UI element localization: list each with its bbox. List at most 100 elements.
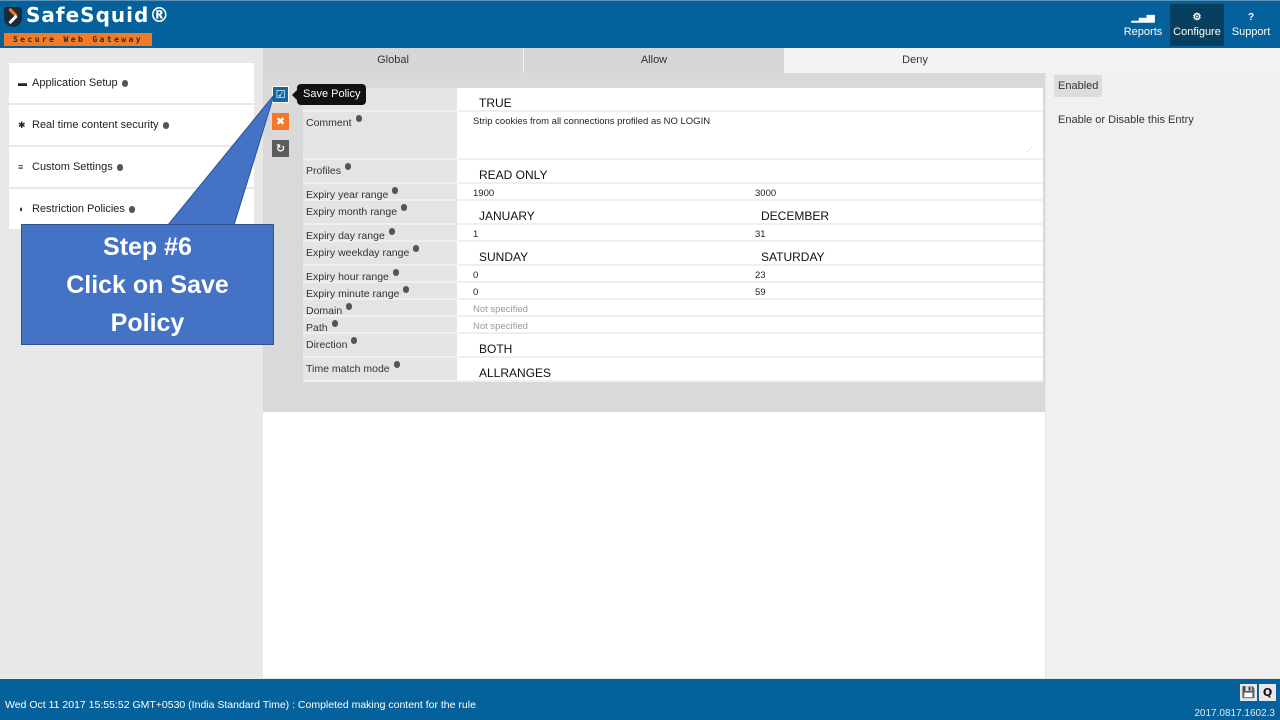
field-label: Expiry hour range bbox=[303, 266, 457, 283]
value-text: ALLRANGES bbox=[479, 366, 552, 380]
nav-support-label: Support bbox=[1231, 26, 1271, 38]
field-label: Expiry weekday range bbox=[303, 242, 457, 264]
field-label-text: Expiry year range bbox=[306, 189, 389, 201]
info-icon[interactable] bbox=[392, 187, 399, 194]
field-label-text: Expiry weekday range bbox=[306, 247, 410, 259]
resize-grip-icon[interactable]: ⋰ bbox=[1026, 146, 1033, 154]
field-value[interactable]: 1 31 bbox=[457, 225, 1043, 240]
sliders-icon: ≡ bbox=[18, 162, 24, 172]
info-icon[interactable] bbox=[393, 361, 400, 368]
field-value[interactable]: ALLRANGES bbox=[457, 358, 1043, 380]
info-icon[interactable] bbox=[401, 204, 408, 211]
field-label-text: Domain bbox=[306, 305, 343, 317]
field-value[interactable]: Strip cookies from all connections profi… bbox=[457, 112, 1043, 158]
field-label: Direction bbox=[303, 334, 457, 356]
field-value[interactable]: Not specified bbox=[457, 317, 1043, 332]
callout-line-1: Step #6 bbox=[103, 233, 192, 261]
info-icon[interactable] bbox=[162, 121, 169, 129]
value-text: READ ONLY bbox=[479, 168, 548, 182]
form-row: Comment ⋰ Strip cookies from all connectio… bbox=[303, 112, 1043, 160]
top-bar: SafeSquid® Secure Web Gateway ▁▃▅ Report… bbox=[0, 0, 1280, 48]
close-icon: ✖ bbox=[275, 115, 286, 128]
sidebar-item-label: Real time content security bbox=[32, 119, 159, 131]
field-value[interactable]: 0 23 bbox=[457, 266, 1043, 281]
info-icon[interactable] bbox=[345, 163, 352, 170]
save-config-button[interactable]: 💾 bbox=[1240, 684, 1257, 701]
form-row: Expiry minute range 0 59 bbox=[303, 283, 1043, 300]
field-label-text: Expiry minute range bbox=[306, 288, 400, 300]
safesquid-logo: SafeSquid® Secure Web Gateway bbox=[4, 3, 169, 47]
sidebar-item-label: Custom Settings bbox=[32, 161, 113, 173]
info-icon[interactable] bbox=[346, 303, 353, 310]
range-start: 1900 bbox=[473, 188, 495, 199]
briefcase-icon: ▬ bbox=[18, 78, 27, 88]
field-label-text: Time match mode bbox=[306, 363, 390, 375]
callout-line-3: Policy bbox=[110, 309, 185, 337]
save-policy-button[interactable]: ☑ bbox=[272, 86, 289, 103]
nav-reports-label: Reports bbox=[1123, 26, 1163, 38]
field-value[interactable]: TRUE bbox=[457, 88, 1043, 110]
field-label: Domain bbox=[303, 300, 457, 317]
top-nav: ▁▃▅ Reports ⚙ Configure ? Support bbox=[1116, 4, 1276, 46]
tab-deny[interactable]: Deny bbox=[785, 48, 1045, 73]
search-button[interactable]: Q bbox=[1259, 684, 1276, 701]
info-icon[interactable] bbox=[121, 79, 128, 87]
info-icon[interactable] bbox=[413, 245, 420, 252]
info-icon[interactable] bbox=[403, 286, 410, 293]
info-icon[interactable] bbox=[351, 337, 358, 344]
field-value[interactable]: BOTH bbox=[457, 334, 1043, 356]
info-icon[interactable] bbox=[128, 205, 135, 213]
sidebar: ▬ Application Setup ✱ Real time content … bbox=[9, 63, 254, 231]
policy-form: TRUE Comment ⋰ Strip cookies from all conne… bbox=[303, 88, 1043, 382]
info-icon[interactable] bbox=[331, 320, 338, 327]
sidebar-item-label: Restriction Policies bbox=[32, 203, 125, 215]
field-label: Expiry day range bbox=[303, 225, 457, 242]
value-text: Strip cookies from all connections profi… bbox=[473, 116, 711, 127]
field-value[interactable]: READ ONLY bbox=[457, 160, 1043, 182]
form-row: Profiles READ ONLY bbox=[303, 160, 1043, 184]
field-value[interactable]: 1900 3000 bbox=[457, 184, 1043, 199]
field-value[interactable]: SUNDAY SATURDAY bbox=[457, 242, 1043, 264]
tab-global[interactable]: Global bbox=[263, 48, 524, 73]
shield-icon: ◖ bbox=[18, 204, 24, 214]
sidebar-item-restriction-policies[interactable]: ◖ Restriction Policies bbox=[9, 189, 254, 229]
value-text: BOTH bbox=[479, 342, 513, 356]
form-row: Expiry hour range 0 23 bbox=[303, 266, 1043, 283]
version-label: 2017.0817.1602.3 bbox=[1194, 708, 1275, 719]
range-end: 59 bbox=[755, 287, 766, 298]
form-row: TRUE bbox=[303, 88, 1043, 112]
field-value[interactable]: JANUARY DECEMBER bbox=[457, 201, 1043, 223]
check-square-icon: ☑ bbox=[275, 88, 286, 101]
sidebar-item-application-setup[interactable]: ▬ Application Setup bbox=[9, 63, 254, 103]
range-end: SATURDAY bbox=[761, 250, 825, 264]
gears-icon: ⚙ bbox=[1192, 12, 1202, 23]
field-label-text: Profiles bbox=[306, 165, 342, 177]
brand-name: SafeSquid® bbox=[26, 3, 171, 27]
value-text: Not specified bbox=[473, 321, 528, 332]
info-icon[interactable] bbox=[116, 163, 123, 171]
cancel-button[interactable]: ✖ bbox=[272, 113, 289, 130]
field-value[interactable]: Not specified bbox=[457, 300, 1043, 315]
value-text: TRUE bbox=[479, 96, 512, 110]
value-text: Not specified bbox=[473, 304, 528, 315]
form-row: Expiry month range JANUARY DECEMBER bbox=[303, 201, 1043, 225]
search-icon: Q bbox=[1262, 686, 1273, 699]
info-icon[interactable] bbox=[392, 269, 399, 276]
nav-reports[interactable]: ▁▃▅ Reports bbox=[1118, 4, 1168, 46]
field-label-text: Expiry hour range bbox=[306, 271, 389, 283]
field-label-text: Comment bbox=[306, 117, 352, 129]
reset-button[interactable]: ↻ bbox=[272, 140, 289, 157]
logo-shield-icon bbox=[4, 7, 22, 27]
sidebar-item-custom-settings[interactable]: ≡ Custom Settings bbox=[9, 147, 254, 187]
nav-configure[interactable]: ⚙ Configure bbox=[1170, 4, 1224, 46]
info-icon[interactable] bbox=[388, 228, 395, 235]
step-callout: Step #6 Click on Save Policy bbox=[21, 224, 274, 345]
field-label: Expiry year range bbox=[303, 184, 457, 201]
field-label: Profiles bbox=[303, 160, 457, 182]
sidebar-item-real-time-content-security[interactable]: ✱ Real time content security bbox=[9, 105, 254, 145]
tab-allow[interactable]: Allow bbox=[524, 48, 785, 73]
field-value[interactable]: 0 59 bbox=[457, 283, 1043, 298]
field-label: Time match mode bbox=[303, 358, 457, 380]
nav-support[interactable]: ? Support bbox=[1226, 4, 1276, 46]
info-icon[interactable] bbox=[355, 115, 362, 122]
